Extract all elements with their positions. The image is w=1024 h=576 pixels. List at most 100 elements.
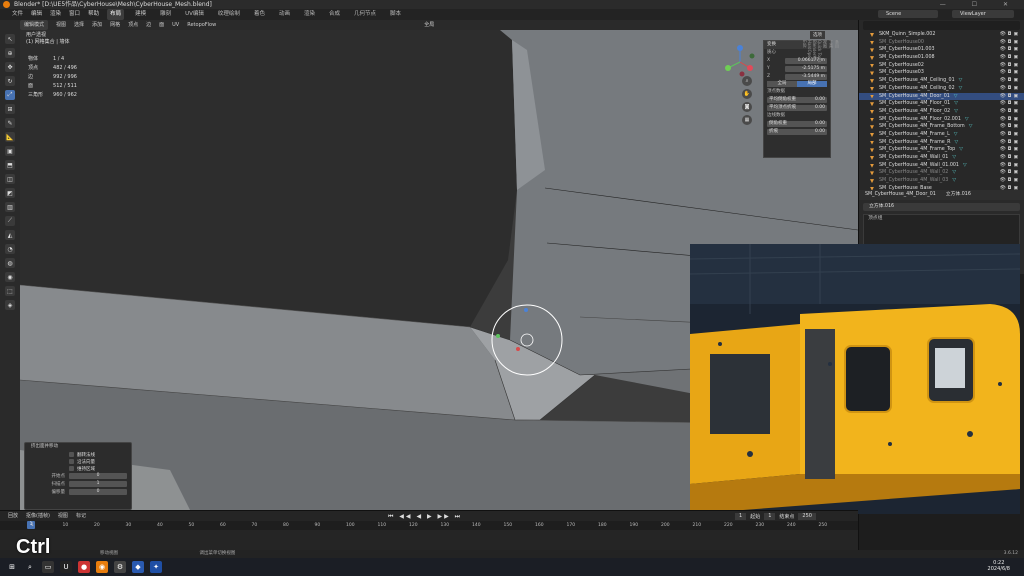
- workspace-tab-layout[interactable]: 布局: [107, 9, 125, 20]
- outliner-item[interactable]: SM_CyberHouse00 👁◘▣: [859, 39, 1024, 47]
- tab-view[interactable]: 视图: [822, 40, 828, 232]
- workspace-tab-animation[interactable]: 动画: [276, 9, 293, 20]
- menu-file[interactable]: 文件: [12, 9, 23, 20]
- redo-field-value[interactable]: 0: [69, 489, 127, 495]
- pan-hand-icon[interactable]: ✋: [742, 89, 752, 99]
- outliner-item[interactable]: SM_CyberHouse_4M_Frame_Bottom ▽ 👁◘▣: [859, 123, 1024, 131]
- along-normal-checkbox[interactable]: 沿法向量: [69, 458, 131, 465]
- tab-item[interactable]: 条目: [834, 40, 840, 232]
- timeline-ruler[interactable]: 1 1 10 20 30 40 50 60 70 80 90 100 110 120 130 140 150 1…: [0, 521, 858, 530]
- smooth-tool-icon[interactable]: ◍: [5, 258, 15, 268]
- playback-controls[interactable]: ⏮ ◀◀ ◀ ▶ ▶▶ ⏭: [388, 513, 462, 521]
- workspace-tab-uv[interactable]: UV编辑: [182, 9, 207, 20]
- tweak-tool-icon[interactable]: ↖: [5, 34, 15, 44]
- spin-tool-icon[interactable]: ◔: [5, 244, 15, 254]
- header-menu-mesh[interactable]: 网格: [110, 20, 120, 30]
- outliner-item[interactable]: SM_CyberHouse02 👁◘▣: [859, 62, 1024, 70]
- inset-tool-icon[interactable]: ◫: [5, 174, 15, 184]
- header-menu-edge[interactable]: 边: [146, 20, 151, 30]
- visibility-icons[interactable]: 👁◘▣: [1000, 100, 1020, 108]
- shrink-tool-icon[interactable]: ◉: [5, 272, 15, 282]
- visibility-icons[interactable]: 👁◘▣: [1000, 154, 1020, 162]
- global-toggle[interactable]: 全局: [767, 81, 797, 87]
- search-icon[interactable]: ⌕: [24, 561, 36, 573]
- measure-tool-icon[interactable]: 📐: [5, 132, 15, 142]
- menu-window[interactable]: 窗口: [69, 9, 80, 20]
- navigation-gizmo[interactable]: [720, 42, 760, 82]
- windows-start-icon[interactable]: ⊞: [6, 561, 18, 573]
- task-view-icon[interactable]: ▭: [42, 561, 54, 573]
- outliner-item[interactable]: SM_CyberHouse01.003 👁◘▣: [859, 46, 1024, 54]
- knife-tool-icon[interactable]: ⟋: [5, 216, 15, 226]
- blender-app-icon[interactable]: ◉: [96, 561, 108, 573]
- outliner-item[interactable]: SKM_Quinn_Simple.002 👁◘▣: [859, 31, 1024, 39]
- mode-dropdown[interactable]: 编辑模式: [20, 20, 49, 30]
- menu-edit[interactable]: 编辑: [31, 9, 42, 20]
- timeline-menu-keying[interactable]: 抠像(插帧): [26, 511, 50, 521]
- view-layer-selector[interactable]: ViewLayer: [952, 10, 1014, 18]
- outliner-item[interactable]: SM_CyberHouse_4M_Floor_02 ▽ 👁◘▣: [859, 108, 1024, 116]
- rip-tool-icon[interactable]: ◈: [5, 300, 15, 310]
- mesh-data-field[interactable]: 立方体.016: [863, 203, 1020, 211]
- annotate-tool-icon[interactable]: ✎: [5, 118, 15, 128]
- workspace-tab-shading[interactable]: 着色: [251, 9, 268, 20]
- outliner-item[interactable]: SM_CyberHouse_4M_Wall_01.001 ▽ 👁◘▣: [859, 162, 1024, 170]
- transform-orientation-dropdown[interactable]: 全局: [424, 20, 434, 30]
- tab-quick-tools[interactable]: Quick Tools: [817, 40, 822, 232]
- outliner-item[interactable]: SM_CyberHouse_4M_Wall_03 ▽ 👁◘▣: [859, 177, 1024, 185]
- visibility-icons[interactable]: 👁◘▣: [1000, 62, 1020, 70]
- outliner-item[interactable]: SM_CyberHouse_4M_Floor_02.001 ▽ 👁◘▣: [859, 116, 1024, 124]
- cursor-tool-icon[interactable]: ⊕: [5, 48, 15, 58]
- workspace-tab-geometry-nodes[interactable]: 几何节点: [351, 9, 379, 20]
- extrude-tool-icon[interactable]: ⬒: [5, 160, 15, 170]
- outliner-item[interactable]: SM_CyberHouse03 👁◘▣: [859, 69, 1024, 77]
- tool-app-icon[interactable]: ⚙: [114, 561, 126, 573]
- end-frame-field[interactable]: 250: [798, 513, 816, 520]
- workspace-tab-sculpting[interactable]: 雕刻: [157, 9, 174, 20]
- options-button[interactable]: 选项: [810, 31, 825, 39]
- visibility-icons[interactable]: 👁◘▣: [1000, 69, 1020, 77]
- system-clock[interactable]: 0:22 2024/6/8: [988, 560, 1010, 572]
- redo-panel-title[interactable]: 挤出面并移动: [25, 443, 131, 451]
- tab-edit[interactable]: Edit: [802, 40, 807, 232]
- minimize-button[interactable]: —: [940, 1, 958, 8]
- object-name[interactable]: SM_CyberHouse_4M_Door_01: [865, 190, 936, 200]
- outliner-item[interactable]: SM_CyberHouse_4M_Ceiling_02 ▽ 👁◘▣: [859, 85, 1024, 93]
- record-app-icon[interactable]: ●: [78, 561, 90, 573]
- add-cube-tool-icon[interactable]: ▣: [5, 146, 15, 156]
- scale-tool-icon[interactable]: ⤢: [5, 90, 15, 100]
- outliner-item[interactable]: SM_CyberHouse_4M_Frame_R ▽ 👁◘▣: [859, 139, 1024, 147]
- transform-tool-icon[interactable]: ⊞: [5, 104, 15, 114]
- flip-normals-checkbox[interactable]: 翻转法线: [69, 451, 131, 458]
- unreal-engine-icon[interactable]: U: [60, 561, 72, 573]
- outliner-item[interactable]: SM_CyberHouse_4M_Wall_02 ▽ 👁◘▣: [859, 169, 1024, 177]
- header-menu-retopoflow[interactable]: RetopoFlow: [187, 20, 216, 30]
- move-tool-icon[interactable]: ✥: [5, 62, 15, 72]
- grid-icon[interactable]: ▦: [742, 115, 752, 125]
- visibility-icons[interactable]: 👁◘▣: [1000, 177, 1020, 185]
- loop-cut-tool-icon[interactable]: ▥: [5, 202, 15, 212]
- start-frame-field[interactable]: 1: [764, 513, 776, 520]
- outliner-item[interactable]: SM_CyberHouse_4M_Floor_01 ▽ 👁◘▣: [859, 100, 1024, 108]
- mesh-name[interactable]: 立方体.016: [946, 190, 971, 200]
- timeline-menu-marker[interactable]: 标记: [76, 511, 86, 521]
- visibility-icons[interactable]: 👁◘▣: [1000, 131, 1020, 139]
- rotate-tool-icon[interactable]: ↻: [5, 76, 15, 86]
- workspace-tab-rendering[interactable]: 渲染: [301, 9, 318, 20]
- visibility-icons[interactable]: 👁◘▣: [1000, 93, 1020, 101]
- visibility-icons[interactable]: 👁◘▣: [1000, 108, 1020, 116]
- workspace-tab-texture-paint[interactable]: 纹理绘制: [215, 9, 243, 20]
- visibility-icons[interactable]: 👁◘▣: [1000, 77, 1020, 85]
- header-menu-vertex[interactable]: 顶点: [128, 20, 138, 30]
- camera-icon[interactable]: ◙: [742, 102, 752, 112]
- chat-app-icon[interactable]: ✦: [150, 561, 162, 573]
- redo-field-value[interactable]: 1: [69, 481, 127, 487]
- workspace-tab-compositing[interactable]: 合成: [326, 9, 343, 20]
- visibility-icons[interactable]: 👁◘▣: [1000, 123, 1020, 131]
- visibility-icons[interactable]: 👁◘▣: [1000, 116, 1020, 124]
- visibility-icons[interactable]: 👁◘▣: [1000, 39, 1020, 47]
- window-controls[interactable]: — ☐ ✕: [940, 0, 1020, 9]
- keep-region-checkbox[interactable]: 维持区域: [69, 465, 131, 472]
- outliner-item[interactable]: SM_CyberHouse_4M_Wall_01 ▽ 👁◘▣: [859, 154, 1024, 162]
- menu-help[interactable]: 帮助: [88, 9, 99, 20]
